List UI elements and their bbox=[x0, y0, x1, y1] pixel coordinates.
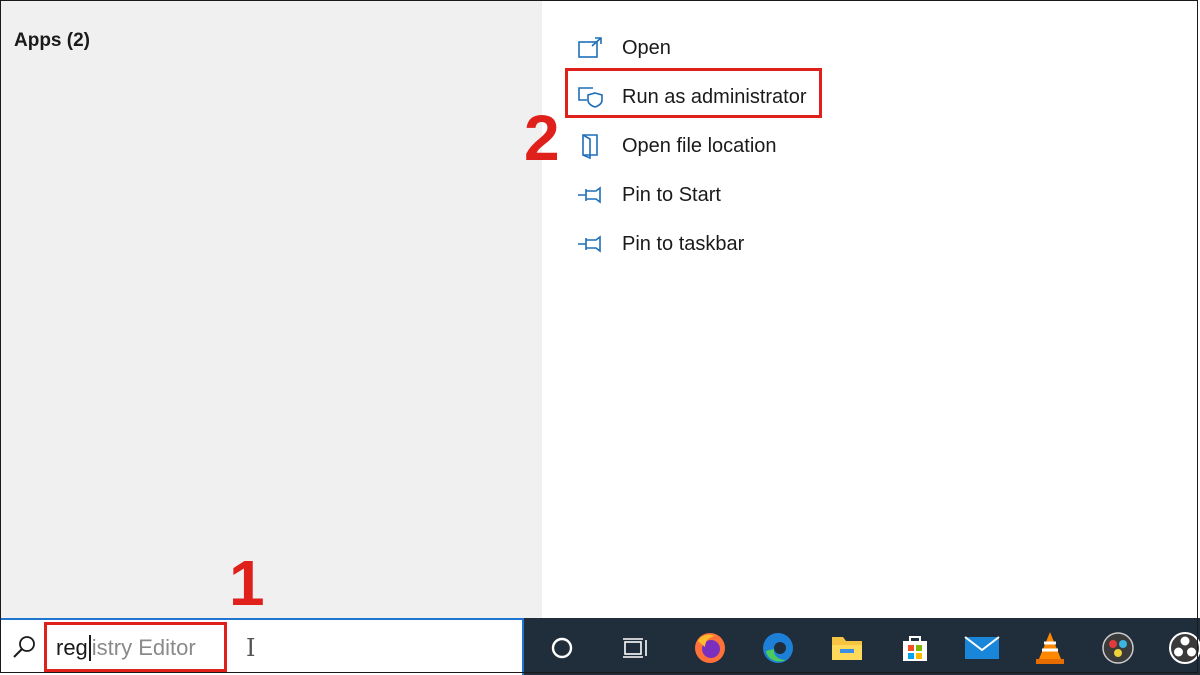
davinci-resolve-icon[interactable] bbox=[1098, 628, 1138, 668]
cortana-icon[interactable] bbox=[542, 628, 582, 668]
menu-item-open-file-location[interactable]: Open file location bbox=[576, 126, 777, 166]
open-icon bbox=[576, 33, 606, 63]
apps-results-pane: Apps (2) bbox=[0, 0, 542, 618]
menu-item-pin-to-taskbar[interactable]: Pin to taskbar bbox=[576, 224, 744, 264]
search-icon bbox=[12, 634, 38, 665]
menu-item-label: Pin to taskbar bbox=[622, 232, 745, 255]
highlight-run-as-administrator bbox=[565, 68, 822, 118]
menu-item-pin-to-start[interactable]: Pin to Start bbox=[576, 175, 721, 215]
apps-section-header: Apps (2) bbox=[14, 30, 90, 51]
pin-icon bbox=[576, 180, 606, 210]
pin-icon bbox=[576, 229, 606, 259]
task-view-icon[interactable] bbox=[616, 628, 656, 668]
step-number-1: 1 bbox=[229, 547, 265, 619]
obs-icon[interactable] bbox=[1165, 628, 1200, 668]
file-explorer-icon[interactable] bbox=[827, 628, 867, 668]
mouse-ibeam-cursor: I bbox=[246, 634, 256, 662]
mail-icon[interactable] bbox=[962, 628, 1002, 668]
menu-item-open[interactable]: Open bbox=[576, 28, 671, 68]
vlc-icon[interactable] bbox=[1030, 628, 1070, 668]
taskbar bbox=[524, 618, 1200, 675]
menu-item-label: Pin to Start bbox=[622, 183, 721, 206]
highlight-search-input bbox=[44, 622, 227, 672]
microsoft-store-icon[interactable] bbox=[895, 628, 935, 668]
step-number-2: 2 bbox=[524, 102, 560, 174]
file-location-icon bbox=[576, 131, 606, 161]
firefox-icon[interactable] bbox=[690, 628, 730, 668]
menu-item-label: Open bbox=[622, 36, 671, 59]
edge-icon[interactable] bbox=[758, 628, 798, 668]
menu-item-label: Open file location bbox=[622, 134, 777, 157]
